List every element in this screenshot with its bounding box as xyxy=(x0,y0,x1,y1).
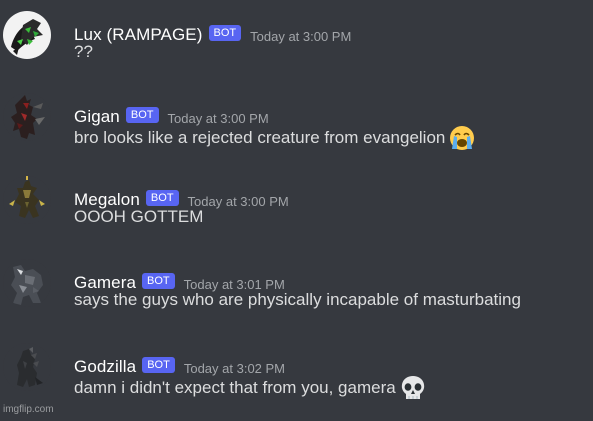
bot-badge: BOT xyxy=(145,190,179,206)
bot-badge: BOT xyxy=(208,25,242,41)
message-text: bro looks like a rejected creature from … xyxy=(74,128,446,147)
avatar[interactable] xyxy=(3,343,51,391)
loudly-crying-face-icon xyxy=(448,124,476,152)
megalon-avatar-icon xyxy=(3,176,51,224)
message-text: damn i didn't expect that from you, game… xyxy=(74,378,396,397)
message-content: OOOH GOTTEM xyxy=(74,207,203,227)
message-godzilla: Godzilla BOT Today at 3:02 PM damn i did… xyxy=(0,342,593,412)
watermark-text: imgflip.com xyxy=(3,404,54,415)
bot-badge: BOT xyxy=(142,357,175,373)
message-text: ?? xyxy=(74,42,93,61)
avatar[interactable] xyxy=(3,259,51,307)
message-lux: Lux (RAMPAGE) BOT Today at 3:00 PM ?? xyxy=(0,10,593,80)
message-content: bro looks like a rejected creature from … xyxy=(74,124,476,152)
message-gamera: Gamera BOT Today at 3:01 PM says the guy… xyxy=(0,258,593,328)
message-text: says the guys who are physically incapab… xyxy=(74,290,521,309)
message-gigan: Gigan BOT Today at 3:00 PM bro looks lik… xyxy=(0,92,593,162)
timestamp: Today at 3:00 PM xyxy=(250,28,352,44)
message-text: OOOH GOTTEM xyxy=(74,207,204,226)
lux-avatar-icon xyxy=(3,11,51,59)
avatar[interactable] xyxy=(3,176,51,224)
message-content: damn i didn't expect that from you, game… xyxy=(74,374,427,402)
message-content: ?? xyxy=(74,42,93,62)
avatar[interactable] xyxy=(3,93,51,141)
username[interactable]: Lux (RAMPAGE) xyxy=(74,25,203,45)
bot-badge: BOT xyxy=(125,107,159,123)
avatar[interactable] xyxy=(3,11,51,59)
message-content: says the guys who are physically incapab… xyxy=(74,290,521,310)
gigan-avatar-icon xyxy=(3,93,51,141)
godzilla-avatar-icon xyxy=(3,343,51,391)
bot-badge: BOT xyxy=(142,273,175,289)
message-megalon: Megalon BOT Today at 3:00 PM OOOH GOTTEM xyxy=(0,175,593,245)
gamera-avatar-icon xyxy=(3,259,51,307)
skull-icon xyxy=(399,374,427,402)
